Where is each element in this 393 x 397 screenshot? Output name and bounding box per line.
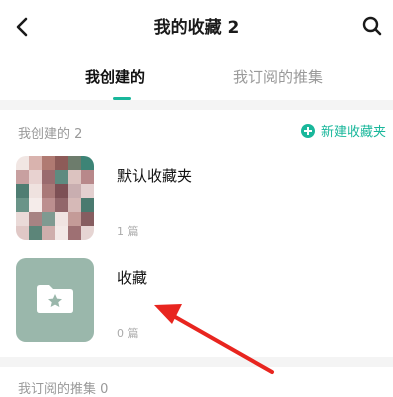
page-title: 我的收藏 2 [153,18,240,38]
folder-thumbnail-photo [16,156,94,240]
subscribed-section-title: 我订阅的推集 0 [18,382,109,397]
folder-thumbnail [16,258,94,342]
favorites-page: 我的收藏 2 我创建的 我订阅的推集 我创建的 2 新建收藏夹 默认收藏夹 1 … [0,0,393,397]
divider [0,100,393,110]
new-folder-button[interactable]: 新建收藏夹 [300,121,386,140]
search-icon[interactable] [361,15,383,37]
tab-subscribed[interactable]: 我订阅的推集 [233,66,323,87]
folder-star-icon [37,285,73,313]
folder-item-favorites[interactable]: 收藏 0 篇 [0,254,393,346]
divider [0,357,393,367]
pixelated-photo [16,156,94,240]
folder-item-default[interactable]: 默认收藏夹 1 篇 [0,152,393,244]
folder-name: 默认收藏夹 [117,167,193,185]
folder-name: 收藏 [117,269,148,287]
plus-circle-icon [300,123,315,138]
top-bar: 我的收藏 2 [0,0,393,54]
tab-bar: 我创建的 我订阅的推集 [0,54,393,100]
folder-count: 0 篇 [117,327,139,340]
created-section-title: 我创建的 2 [18,127,83,142]
new-folder-label: 新建收藏夹 [320,125,386,140]
folder-count: 1 篇 [117,225,139,238]
tab-created[interactable]: 我创建的 [85,66,145,87]
